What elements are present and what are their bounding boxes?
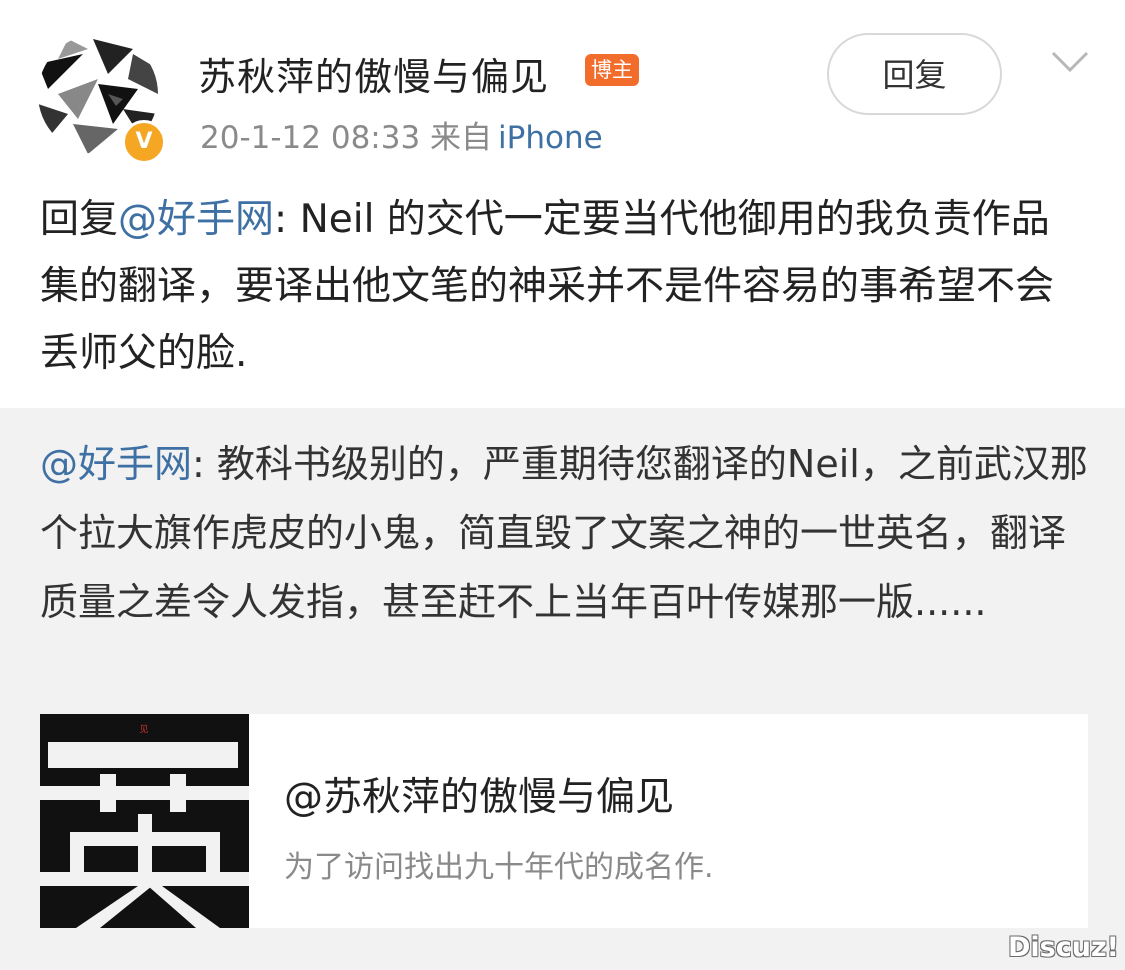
card-title: @苏秋萍的傲慢与偏见 — [284, 775, 675, 820]
cover-stroke-box-right — [206, 832, 220, 874]
post-meta: 20-1-12 08:33 来自 iPhone — [200, 112, 603, 157]
quoted-post[interactable]: @好手网: 教科书级别的，严重期待您翻译的Neil，之前武汉那个拉大旗作虎皮的小… — [0, 408, 1125, 970]
cover-small-char: 见 — [139, 724, 148, 735]
mention-link[interactable]: @好手网 — [118, 197, 274, 242]
chevron-down-icon[interactable] — [1050, 48, 1090, 76]
cover-stroke-right — [170, 774, 186, 812]
timestamp: 20-1-12 08:33 — [200, 120, 421, 156]
card-description: 为了访问找出九十年代的成名作. — [284, 850, 714, 885]
source-prefix: 来自 — [430, 120, 493, 156]
username[interactable]: 苏秋萍的傲慢与偏见 — [198, 46, 549, 101]
quoted-mention-link[interactable]: @好手网 — [40, 442, 192, 486]
cover-stroke-mid — [40, 786, 249, 800]
post-header: V 苏秋萍的傲慢与偏见 博主 20-1-12 08:33 来自 iPhone 回复 — [0, 0, 1125, 175]
link-card[interactable]: 见 @苏秋萍的傲慢与偏见 为了访问找出九十年代的成名作. — [40, 714, 1088, 928]
blogger-badge: 博主 — [585, 54, 639, 86]
cover-stroke-left — [100, 774, 116, 812]
source-link[interactable]: iPhone — [498, 120, 603, 156]
post-body: 回复@好手网: Neil 的交代一定要当代他御用的我负责作品集的翻译，要译出他文… — [40, 186, 1080, 387]
book-cover-image: 见 — [40, 714, 249, 928]
watermark: Discuz! — [1008, 932, 1119, 963]
card-thumbnail: 见 — [40, 714, 249, 928]
verified-badge-icon: V — [122, 120, 166, 164]
cover-stroke-box-left — [70, 832, 84, 874]
cover-stroke-top — [48, 742, 238, 768]
reply-prefix: 回复 — [40, 197, 119, 242]
cover-stroke-center — [138, 814, 152, 884]
quoted-body: @好手网: 教科书级别的，严重期待您翻译的Neil，之前武汉那个拉大旗作虎皮的小… — [40, 430, 1090, 637]
reply-button[interactable]: 回复 — [827, 33, 1002, 115]
quoted-text: : 教科书级别的，严重期待您翻译的Neil，之前武汉那个拉大旗作虎皮的小鬼，简直… — [40, 442, 1088, 624]
